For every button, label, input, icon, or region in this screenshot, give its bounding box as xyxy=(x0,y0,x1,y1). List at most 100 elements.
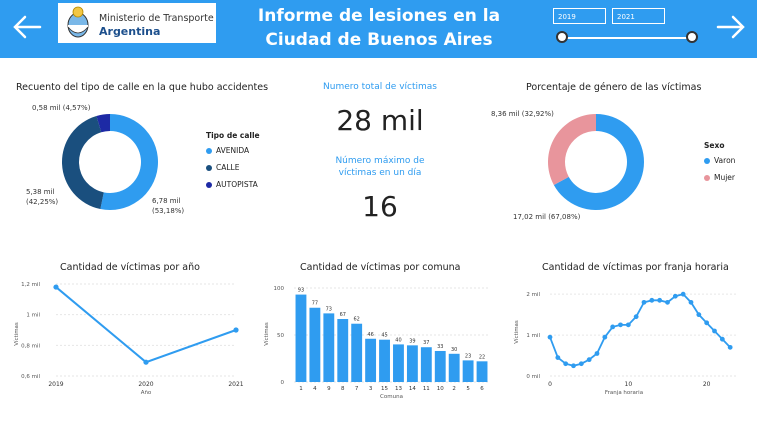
x-tick-label: 14 xyxy=(409,386,416,392)
comuna-bar[interactable] xyxy=(323,313,335,382)
hour-data-point[interactable] xyxy=(727,344,733,350)
hour-chart-title: Cantidad de víctimas por franja horaria xyxy=(542,262,729,273)
comuna-bar[interactable] xyxy=(406,345,418,382)
header-bar: Ministerio de Transporte Argentina Infor… xyxy=(0,0,757,58)
comuna-bar[interactable] xyxy=(476,361,488,382)
street-type-label-calle-value: 5,38 mil xyxy=(26,188,55,196)
legend-dot-icon xyxy=(206,148,212,154)
comuna-bar[interactable] xyxy=(295,294,307,382)
bar-data-label: 23 xyxy=(465,353,471,359)
comuna-bar[interactable] xyxy=(365,338,377,382)
hour-data-point[interactable] xyxy=(547,334,553,340)
date-range-slider-end-handle[interactable] xyxy=(686,31,698,43)
total-victims-value: 28 mil xyxy=(336,104,424,137)
x-tick-label: 5 xyxy=(466,386,470,392)
hour-data-point[interactable] xyxy=(672,293,678,299)
max-victims-value: 16 xyxy=(362,190,398,223)
comuna-bar[interactable] xyxy=(420,347,432,382)
comuna-bar[interactable] xyxy=(434,350,446,382)
page-title: Informe de lesiones en la Ciudad de Buen… xyxy=(248,4,510,52)
hour-data-point[interactable] xyxy=(696,312,702,318)
page-title-line-1: Informe de lesiones en la xyxy=(257,6,501,26)
hour-data-point[interactable] xyxy=(665,299,670,305)
comuna-bar[interactable] xyxy=(351,323,363,382)
legend-item-calle[interactable]: CALLE xyxy=(206,163,239,172)
comuna-bar[interactable] xyxy=(309,307,321,382)
legend-item-autopista[interactable]: AUTOPISTA xyxy=(206,180,258,189)
y-axis-label: Víctimas xyxy=(263,322,270,346)
comuna-bar[interactable] xyxy=(393,344,404,382)
date-range-slider-start-handle[interactable] xyxy=(556,31,568,43)
hour-data-point[interactable] xyxy=(602,334,608,340)
hour-data-point[interactable] xyxy=(618,322,623,328)
max-victims-label-line-2: víctimas en un día xyxy=(338,168,422,178)
year-series-line xyxy=(55,286,237,364)
ministry-logo: Ministerio de Transporte Argentina xyxy=(58,3,216,43)
hour-data-point[interactable] xyxy=(563,361,569,367)
hour-data-point[interactable] xyxy=(578,361,584,367)
back-arrow-icon[interactable] xyxy=(10,10,44,44)
hour-data-point[interactable] xyxy=(641,299,647,305)
comuna-bar[interactable] xyxy=(462,360,474,382)
year-data-point[interactable] xyxy=(233,327,239,333)
gender-label-varon: 17,02 mil (67,08%) xyxy=(513,213,581,221)
date-to-input[interactable]: 2021 xyxy=(612,8,665,24)
hour-data-point[interactable] xyxy=(688,299,694,305)
date-from-input[interactable]: 2019 xyxy=(553,8,606,24)
legend-item-avenida[interactable]: AVENIDA xyxy=(206,146,249,155)
comuna-bar-chart[interactable]: 100500Víctimas93177473967862746345154013… xyxy=(260,276,495,400)
x-tick-label: 2019 xyxy=(48,381,63,388)
bar-data-label: 73 xyxy=(326,306,332,312)
y-axis-label: Víctimas xyxy=(13,322,20,346)
hour-data-point[interactable] xyxy=(712,328,717,334)
hour-data-point[interactable] xyxy=(649,297,655,303)
year-line-chart[interactable]: 1,2 mil 1 mil 0,8 mil 0,6 mil Víctimas 2019 20… xyxy=(10,276,250,400)
x-tick-label: 9 xyxy=(327,386,331,392)
bar-data-label: 93 xyxy=(298,288,304,294)
hour-data-point[interactable] xyxy=(610,324,616,330)
legend-item-mujer[interactable]: Mujer xyxy=(704,173,735,182)
street-type-label-avenida-value: 6,78 mil xyxy=(152,197,181,205)
hour-line-chart[interactable]: 2 mil 1 mil 0 mil Víctimas 0 10 20 Franja horar… xyxy=(510,276,750,400)
gender-donut-chart[interactable] xyxy=(546,112,646,212)
y-tick-label: 1,2 mil xyxy=(21,282,40,288)
street-type-label-avenida-percent: (53,18%) xyxy=(152,207,185,215)
street-type-label-autopista: 0,58 mil (4,57%) xyxy=(32,104,91,112)
bar-data-label: 46 xyxy=(367,332,373,338)
donut-slice-mujer[interactable] xyxy=(548,114,596,185)
year-data-point[interactable] xyxy=(53,284,59,290)
legend-label: Mujer xyxy=(714,173,736,182)
hour-data-point[interactable] xyxy=(571,363,576,369)
street-type-donut-chart[interactable] xyxy=(60,112,160,212)
hour-data-point[interactable] xyxy=(633,314,639,320)
legend-label: AUTOPISTA xyxy=(216,180,258,189)
donut-slice-calle[interactable] xyxy=(61,115,104,210)
x-axis-label: Franja horaria xyxy=(605,390,643,396)
legend-item-varon[interactable]: Varon xyxy=(704,156,735,165)
hour-data-point[interactable] xyxy=(680,291,686,297)
hour-data-point[interactable] xyxy=(657,297,663,303)
comuna-bar[interactable] xyxy=(448,353,460,382)
bar-data-label: 22 xyxy=(479,354,485,360)
page-title-line-2: Ciudad de Buenos Aires xyxy=(265,30,493,50)
y-tick-label: 0,6 mil xyxy=(21,374,40,380)
hour-data-point[interactable] xyxy=(719,336,725,342)
forward-arrow-icon[interactable] xyxy=(714,10,748,44)
x-axis-label: Año xyxy=(141,390,152,396)
hour-data-point[interactable] xyxy=(555,355,561,360)
bar-data-label: 77 xyxy=(312,301,318,307)
bar-data-label: 30 xyxy=(451,347,457,353)
total-victims-label: Numero total de víctimas xyxy=(323,82,437,92)
y-tick-label: 0 xyxy=(281,380,285,386)
hour-data-point[interactable] xyxy=(704,320,710,326)
x-tick-label: 1 xyxy=(299,386,303,392)
comuna-bar[interactable] xyxy=(337,319,349,382)
date-range-slider-track[interactable] xyxy=(562,37,692,39)
hour-data-point[interactable] xyxy=(625,322,631,328)
comuna-bar[interactable] xyxy=(379,339,390,382)
hour-data-point[interactable] xyxy=(594,351,600,356)
hour-data-point[interactable] xyxy=(586,357,592,363)
x-tick-label: 13 xyxy=(395,386,402,392)
coat-of-arms-icon xyxy=(67,6,89,38)
year-data-point[interactable] xyxy=(143,359,149,365)
